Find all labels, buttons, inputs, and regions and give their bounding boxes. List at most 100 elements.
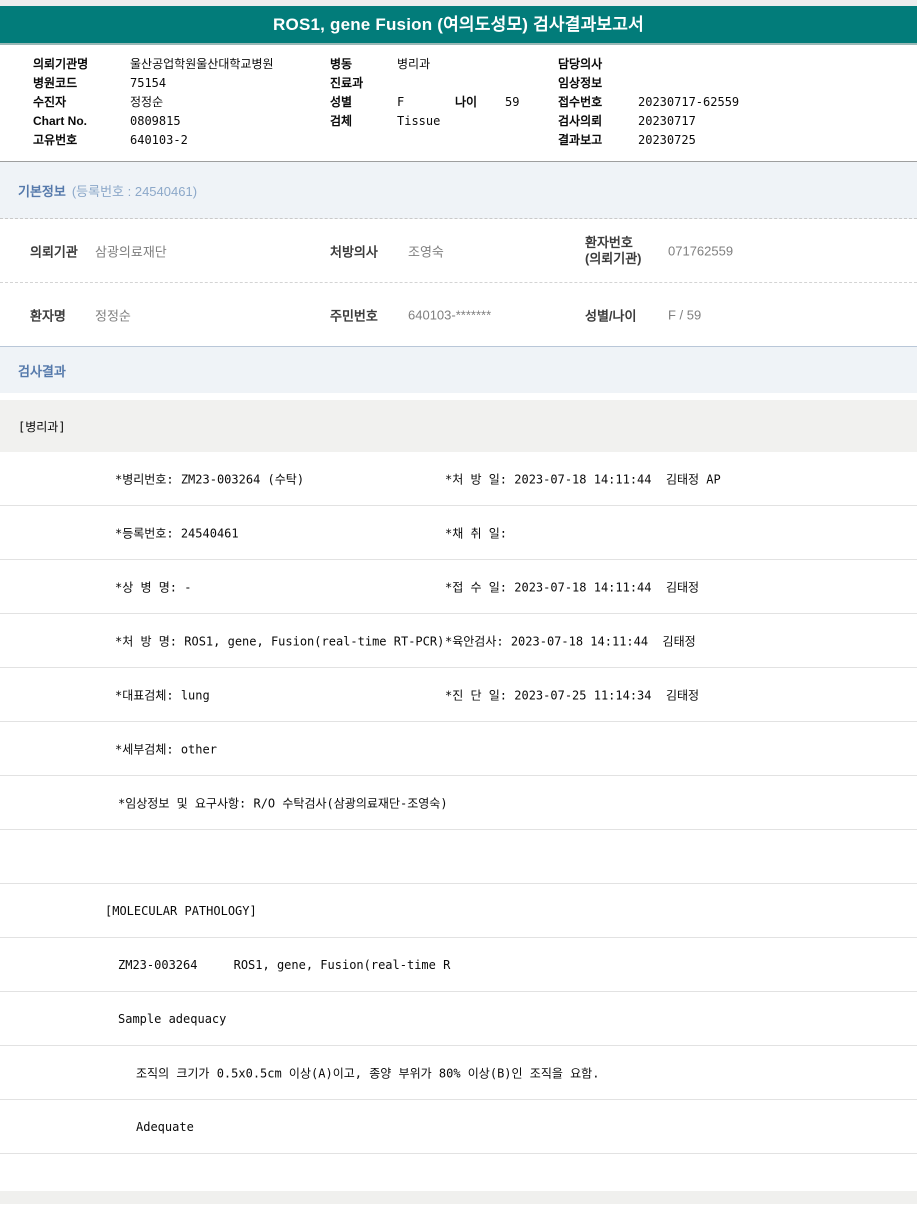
result-right: *처 방 일: 2023-07-18 14:11:44 김태정 AP xyxy=(445,472,721,486)
result-row-adequate: Adequate xyxy=(0,1100,917,1154)
result-row-empty xyxy=(0,830,917,884)
result-left: Sample adequacy xyxy=(118,1011,227,1026)
field-unique-no: 고유번호 640103-2 xyxy=(33,131,274,150)
field-value: 59 xyxy=(505,95,520,109)
field-value: 20230717 xyxy=(638,114,696,128)
field-label: 나이 xyxy=(455,95,478,109)
result-row-prescription-name: *처 방 명: ROS1, gene, Fusion(real-time RT-… xyxy=(0,614,917,668)
field-label: 고유번호 xyxy=(33,133,78,147)
field-label: 병원코드 xyxy=(33,76,78,90)
field-hospital-code: 병원코드 75154 xyxy=(33,74,274,93)
field-specimen: 검체 Tissue xyxy=(330,112,519,131)
patient-header-right-group: 담당의사 임상정보 접수번호 20230717-62559 검사의뢰 2023071… xyxy=(558,55,739,150)
field-label: 임상정보 xyxy=(558,76,603,90)
field-value: 20230717-62559 xyxy=(638,95,740,109)
result-left: *등록번호: 24540461 xyxy=(115,526,239,540)
result-row-molecular-pathology: [MOLECULAR PATHOLOGY] xyxy=(0,884,917,938)
field-value: 0809815 xyxy=(130,114,181,128)
basic-info-heading: 기본정보 xyxy=(18,183,66,199)
report-title-bar: ROS1, gene Fusion (여의도성모) 검사결과보고서 xyxy=(0,6,917,45)
label-line-1: 환자번호 xyxy=(585,234,633,250)
field-value: 20230725 xyxy=(638,133,696,147)
field-label: 검체 xyxy=(330,114,353,128)
field-value: 울산공업학원울산대학교병원 xyxy=(130,57,274,71)
field-clinical-info: 임상정보 xyxy=(558,74,739,93)
field-examinee: 수진자 정정순 xyxy=(33,93,274,112)
result-right: *육안검사: 2023-07-18 14:11:44 김태정 xyxy=(445,634,696,648)
results-heading: 검사결과 xyxy=(18,363,66,379)
result-left: *처 방 명: ROS1, gene, Fusion(real-time RT-… xyxy=(115,634,445,648)
field-value: Tissue xyxy=(397,114,441,128)
field-receipt-no: 접수번호 20230717-62559 xyxy=(558,93,739,112)
result-left: *세부검체: other xyxy=(115,742,217,756)
field-label: 진료과 xyxy=(330,76,364,90)
label-requesting-org: 의뢰기관 xyxy=(30,244,78,259)
lab-report-page: { "title": "ROS1, gene Fusion (여의도성모) 검사… xyxy=(0,0,917,1209)
result-row-registration-no: *등록번호: 24540461 *채 취 일: xyxy=(0,506,917,560)
result-rows: *병리번호: ZM23-003264 (수탁) *처 방 일: 2023-07-1… xyxy=(0,452,917,1191)
patient-header-middle-group: 병동 병리과 진료과 성별 F 나이 59 검체 Tissue xyxy=(330,55,519,131)
result-left: Adequate xyxy=(136,1119,194,1134)
results-section-header: 검사결과 xyxy=(0,346,917,393)
label-prescribing-doctor: 처방의사 xyxy=(330,244,378,259)
field-label: 성별 xyxy=(330,95,353,109)
department-row: [병리과] xyxy=(0,400,917,452)
field-value: 병리과 xyxy=(397,57,431,71)
basic-info-section-header: 기본정보 (등록번호 : 24540461) xyxy=(0,162,917,219)
result-row-sample-adequacy-title: Sample adequacy xyxy=(0,992,917,1046)
label-sex-age: 성별/나이 xyxy=(585,308,637,323)
field-label: 검사의뢰 xyxy=(558,114,603,128)
result-row-diagnosis-name: *상 병 명: - *접 수 일: 2023-07-18 14:11:44 김태정 xyxy=(0,560,917,614)
field-value: F xyxy=(397,95,405,109)
bottom-margin-strip xyxy=(0,1191,917,1204)
value-prescribing-doctor: 조영숙 xyxy=(408,244,444,259)
field-sex-age: 성별 F 나이 59 xyxy=(330,93,519,112)
label-resident-number: 주민번호 xyxy=(330,308,378,323)
value-patient-name: 정정순 xyxy=(95,308,131,323)
department-label: [병리과] xyxy=(18,419,66,434)
value-resident-number: 640103-******* xyxy=(408,307,492,322)
field-label: 의뢰기관명 xyxy=(33,57,89,71)
field-department: 진료과 xyxy=(330,74,519,93)
result-left: *대표검체: lung xyxy=(115,688,210,702)
field-label: 담당의사 xyxy=(558,57,603,71)
field-value: 75154 xyxy=(130,76,167,90)
result-right: *접 수 일: 2023-07-18 14:11:44 김태정 xyxy=(445,580,700,594)
spacer xyxy=(0,393,917,400)
result-row-clinical-request: *임상정보 및 요구사항: R/O 수탁검사(삼광의료재단-조영숙) xyxy=(0,776,917,830)
result-row-empty-last xyxy=(0,1154,917,1191)
result-row-pathology-no: *병리번호: ZM23-003264 (수탁) *처 방 일: 2023-07-1… xyxy=(0,452,917,506)
registration-number: (등록번호 : 24540461) xyxy=(71,183,198,199)
field-requesting-org: 의뢰기관명 울산공업학원울산대학교병원 xyxy=(33,55,274,74)
result-left: 조직의 크기가 0.5x0.5cm 이상(A)이고, 종양 부위가 80% 이상… xyxy=(136,1066,600,1080)
result-right: *진 단 일: 2023-07-25 11:14:34 김태정 xyxy=(445,688,700,702)
report-title: ROS1, gene Fusion (여의도성모) 검사결과보고서 xyxy=(273,15,644,34)
result-left: *임상정보 및 요구사항: R/O 수탁검사(삼광의료재단-조영숙) xyxy=(118,796,448,810)
field-label: 접수번호 xyxy=(558,95,603,109)
result-row-detail-specimen: *세부검체: other xyxy=(0,722,917,776)
field-label: 병동 xyxy=(330,57,353,71)
field-attending-doctor: 담당의사 xyxy=(558,55,739,74)
basic-info-row-1: 의뢰기관 삼광의료재단 처방의사 조영숙 환자번호 (의뢰기관) 07176255… xyxy=(0,219,917,283)
result-left: *병리번호: ZM23-003264 (수탁) xyxy=(115,472,305,486)
patient-header-left-group: 의뢰기관명 울산공업학원울산대학교병원 병원코드 75154 수진자 정정순 Char… xyxy=(33,55,274,150)
value-patient-number: 071762559 xyxy=(668,243,734,258)
field-ward: 병동 병리과 xyxy=(330,55,519,74)
result-row-sample-criteria: 조직의 크기가 0.5x0.5cm 이상(A)이고, 종양 부위가 80% 이상… xyxy=(0,1046,917,1100)
basic-info-row-2: 환자명 정정순 주민번호 640103-******* 성별/나이 F / 59 xyxy=(0,283,917,346)
label-line-2: (의뢰기관) xyxy=(585,250,642,266)
result-row-test-id: ZM23-003264 ROS1, gene, Fusion(real-time… xyxy=(0,938,917,992)
field-label: Chart No. xyxy=(33,114,87,128)
field-value: 정정순 xyxy=(130,95,164,109)
result-right: *채 취 일: xyxy=(445,526,508,540)
field-value: 640103-2 xyxy=(130,133,188,147)
result-left: ZM23-003264 ROS1, gene, Fusion(real-time… xyxy=(118,957,451,972)
result-left: [MOLECULAR PATHOLOGY] xyxy=(105,903,257,918)
value-sex-age: F / 59 xyxy=(668,307,702,322)
patient-header: 의뢰기관명 울산공업학원울산대학교병원 병원코드 75154 수진자 정정순 Char… xyxy=(0,45,917,162)
field-label: 결과보고 xyxy=(558,133,603,147)
label-patient-number: 환자번호 (의뢰기관) xyxy=(585,235,642,267)
result-left: *상 병 명: - xyxy=(115,580,192,594)
value-requesting-org: 삼광의료재단 xyxy=(95,244,167,259)
field-test-request-date: 검사의뢰 20230717 xyxy=(558,112,739,131)
